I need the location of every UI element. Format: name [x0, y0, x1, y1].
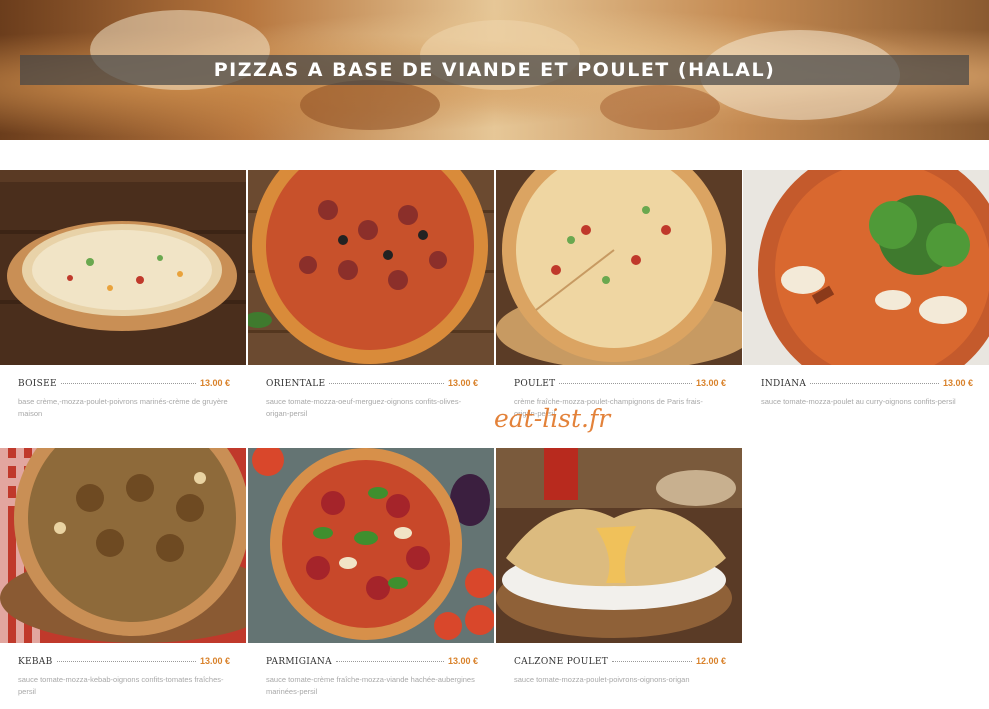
item-description: sauce tomate-mozza-kebab-oignons confits…: [18, 675, 224, 696]
item-price: 12.00 €: [695, 656, 726, 666]
item-info: ORIENTALE 13.00 € sauce tomate-mozza-oeu…: [266, 378, 478, 420]
item-description: sauce tomate-mozza-poulet-poivrons-oigno…: [514, 675, 690, 684]
dot-leader: [810, 383, 939, 384]
category-title: PIZZAS A BASE DE VIANDE ET POULET (HALAL…: [20, 55, 969, 85]
item-description: sauce tomate-mozza-poulet au curry-oigno…: [761, 397, 956, 406]
pizza-photo[interactable]: [743, 170, 989, 365]
banner-texture: [300, 80, 440, 130]
dot-leader: [56, 661, 196, 662]
item-header: CALZONE POULET 12.00 €: [514, 656, 726, 667]
item-price: 13.00 €: [447, 378, 478, 388]
item-header: PARMIGIANA 13.00 €: [266, 656, 478, 667]
item-price: 13.00 €: [199, 378, 230, 388]
item-name: ORIENTALE: [266, 379, 326, 389]
item-info: INDIANA 13.00 € sauce tomate-mozza-poule…: [761, 378, 973, 408]
item-header: ORIENTALE 13.00 €: [266, 378, 478, 389]
dot-leader: [60, 383, 196, 384]
dot-leader: [329, 383, 444, 384]
menu-page: PIZZAS A BASE DE VIANDE ET POULET (HALAL…: [0, 0, 989, 709]
banner-texture: [600, 85, 720, 130]
item-name: INDIANA: [761, 379, 807, 389]
dot-leader: [612, 661, 692, 662]
category-banner: PIZZAS A BASE DE VIANDE ET POULET (HALAL…: [0, 0, 989, 140]
item-description: base crème,-mozza-poulet-poivrons mariné…: [18, 397, 228, 418]
item-description: sauce tomate-crème fraîche-mozza-viande …: [266, 675, 475, 696]
pizza-photo[interactable]: [0, 448, 246, 643]
item-header: POULET 13.00 €: [514, 378, 726, 389]
item-price: 13.00 €: [695, 378, 726, 388]
pizza-photo[interactable]: [496, 448, 742, 643]
item-header: INDIANA 13.00 €: [761, 378, 973, 389]
item-price: 13.00 €: [942, 378, 973, 388]
item-info: BOISEE 13.00 € base crème,-mozza-poulet-…: [18, 378, 230, 420]
item-info: KEBAB 13.00 € sauce tomate-mozza-kebab-o…: [18, 656, 230, 698]
dot-leader: [559, 383, 692, 384]
watermark: eat-list.fr: [494, 404, 611, 433]
item-price: 13.00 €: [199, 656, 230, 666]
pizza-photo[interactable]: [496, 170, 742, 365]
pizza-photo[interactable]: [248, 170, 494, 365]
item-name: BOISEE: [18, 379, 57, 389]
item-header: KEBAB 13.00 €: [18, 656, 230, 667]
item-name: CALZONE POULET: [514, 657, 609, 667]
item-info: CALZONE POULET 12.00 € sauce tomate-mozz…: [514, 656, 726, 686]
item-price: 13.00 €: [447, 656, 478, 666]
item-name: KEBAB: [18, 657, 53, 667]
item-name: POULET: [514, 379, 556, 389]
dot-leader: [335, 661, 444, 662]
item-info: PARMIGIANA 13.00 € sauce tomate-crème fr…: [266, 656, 478, 698]
item-name: PARMIGIANA: [266, 657, 332, 667]
item-description: sauce tomate-mozza-oeuf-merguez-oignons …: [266, 397, 462, 418]
pizza-photo[interactable]: [0, 170, 246, 365]
item-header: BOISEE 13.00 €: [18, 378, 230, 389]
pizza-photo[interactable]: [248, 448, 494, 643]
